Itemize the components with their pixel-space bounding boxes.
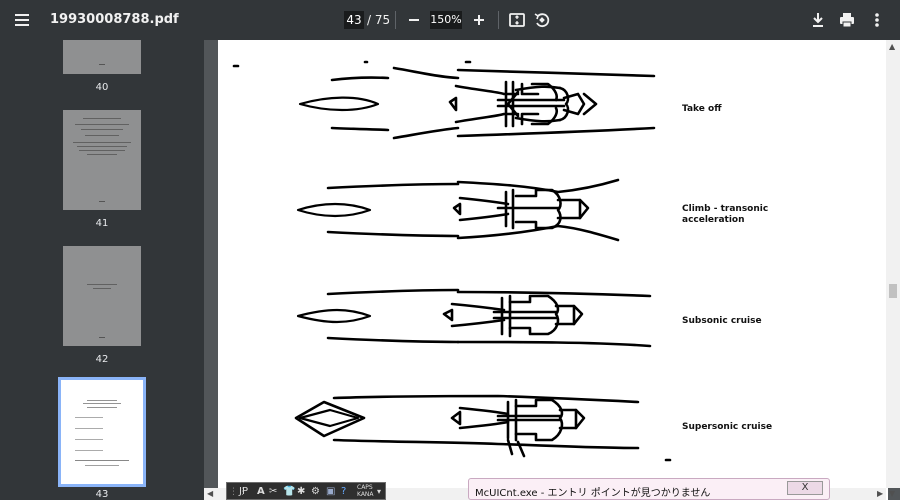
thumbnail-label: 40: [95, 82, 109, 93]
ime-pad-icon[interactable]: ▣: [326, 485, 335, 499]
pdf-toolbar: 19930008788.pdf 43 / 75 150%: [0, 0, 900, 40]
scroll-up-arrow-icon[interactable]: ▲: [889, 42, 895, 51]
thumbnail-page-42[interactable]: [63, 246, 141, 346]
ime-help-icon[interactable]: ?: [341, 485, 346, 499]
caption-take-off: Take off: [682, 104, 722, 114]
scroll-right-arrow-icon[interactable]: ▶: [877, 489, 883, 498]
ime-chevron-down-icon[interactable]: ▾: [377, 485, 381, 499]
scroll-down-arrow-icon[interactable]: ▼: [889, 489, 895, 498]
scroll-left-arrow-icon[interactable]: ◀: [207, 489, 213, 498]
toolbar-divider: [395, 11, 396, 29]
caption-supersonic-cruise: Supersonic cruise: [682, 422, 773, 432]
vertical-scrollbar[interactable]: [886, 40, 900, 488]
fit-page-icon[interactable]: [506, 9, 528, 31]
error-notification[interactable]: McUICnt.exe - エントリ ポイントが見つかりません X: [468, 478, 830, 500]
toolbar-divider: [498, 11, 499, 29]
climb-engine-drawing: [296, 178, 620, 242]
supersonic-cruise-engine-drawing: [294, 394, 640, 458]
caption-climb-line2: acceleration: [682, 215, 745, 225]
ime-gear-icon[interactable]: ⚙: [311, 485, 320, 499]
pdf-viewer[interactable]: Take off Climb - transonic acceleration …: [204, 40, 900, 500]
page-number-input[interactable]: 43: [344, 11, 364, 29]
thumbnail-page-40[interactable]: [63, 40, 141, 74]
zoom-out-icon[interactable]: [404, 9, 424, 29]
ime-input-mode[interactable]: A: [257, 485, 265, 499]
rotate-icon[interactable]: [531, 9, 553, 31]
zoom-level-input[interactable]: 150%: [430, 11, 462, 29]
ime-scissors-icon[interactable]: ✂: [269, 485, 277, 499]
ime-language[interactable]: JP: [239, 485, 248, 499]
thumbnail-label: 41: [95, 218, 109, 229]
thumbnail-page-41[interactable]: [63, 110, 141, 210]
document-title: 19930008788.pdf: [50, 12, 179, 27]
ime-language-bar[interactable]: ⋮⋮ JP A ✂ 👕 ✱ ⚙ ▣ ? CAPS KANA ▾: [226, 482, 386, 500]
thumbnail-label: 43: [95, 489, 109, 500]
pdf-page: Take off Climb - transonic acceleration …: [218, 40, 888, 500]
download-icon[interactable]: [807, 9, 829, 31]
thumbnail-label: 42: [95, 354, 109, 365]
thumbnail-sidebar: 40 41 42 43: [0, 40, 204, 500]
subsonic-cruise-engine-drawing: [296, 288, 652, 348]
ime-kana: KANA: [357, 491, 374, 498]
ime-caps: CAPS: [357, 484, 373, 491]
ime-shirt-icon[interactable]: 👕: [283, 485, 295, 499]
engine-configuration-figure: [232, 60, 672, 462]
thumbnail-page-43[interactable]: [58, 377, 146, 487]
notification-text: McUICnt.exe - エントリ ポイントが見つかりません: [475, 488, 711, 499]
take-off-engine-drawing: [298, 66, 656, 140]
zoom-in-icon[interactable]: [469, 9, 489, 29]
more-vert-icon[interactable]: [866, 9, 888, 31]
caption-climb-line1: Climb - transonic: [682, 204, 769, 214]
caption-subsonic-cruise: Subsonic cruise: [682, 316, 762, 326]
vertical-scroll-thumb[interactable]: [889, 284, 897, 298]
menu-icon[interactable]: [12, 10, 34, 30]
page-total: / 75: [367, 13, 391, 27]
print-icon[interactable]: [836, 9, 858, 31]
ime-tool-icon[interactable]: ✱: [297, 485, 305, 499]
notification-close-button[interactable]: X: [787, 481, 823, 495]
